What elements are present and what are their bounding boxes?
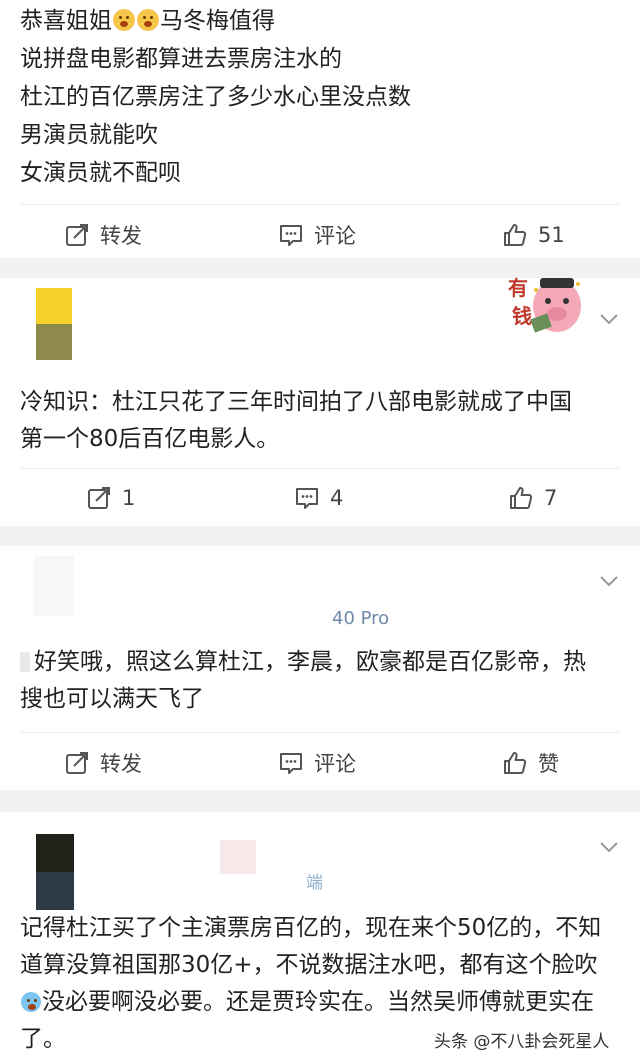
like-button[interactable]: 赞	[502, 743, 559, 783]
post-1-text: 恭喜姐姐 马冬梅值得 说拼盘电影都算进去票房注水的 杜江的百亿票房注了多少水心里没…	[20, 8, 411, 186]
comment-icon	[280, 753, 302, 774]
thumbs-up-icon	[504, 224, 527, 246]
comment-icon	[280, 225, 302, 246]
post-3-text: 好笑哦，照这么算杜江，李晨，欧豪都是百亿影帝，热 搜也可以满天飞了	[20, 649, 586, 712]
repost-icon	[66, 224, 88, 246]
avatar[interactable]	[36, 288, 72, 360]
post-3-action-bar: 转发 评论 赞	[0, 743, 640, 783]
like-button[interactable]: 51	[502, 215, 565, 255]
scream-emoji-icon	[113, 9, 135, 31]
section-separator	[0, 526, 640, 546]
comment-button[interactable]: 评论	[278, 215, 356, 255]
avatar[interactable]	[36, 834, 74, 910]
avatar[interactable]	[34, 556, 74, 616]
device-label: 端	[306, 873, 323, 893]
thumbs-up-icon	[510, 487, 533, 509]
comment-button[interactable]: 4	[294, 478, 343, 518]
emoji-icon	[20, 652, 30, 672]
comment-icon	[296, 488, 318, 509]
repost-icon	[66, 752, 88, 774]
repost-button[interactable]: 转发	[64, 215, 142, 255]
scream-emoji-icon	[137, 9, 159, 31]
like-button[interactable]: 7	[508, 478, 557, 518]
section-separator	[0, 790, 640, 812]
watermark: 头条 @不八卦会死星人	[430, 1026, 614, 1053]
repost-icon	[88, 487, 110, 509]
divider	[20, 732, 620, 733]
repost-button[interactable]: 1	[86, 478, 135, 518]
divider	[20, 204, 620, 205]
divider	[20, 468, 620, 469]
repost-button[interactable]: 转发	[64, 743, 142, 783]
chevron-down-icon[interactable]	[598, 836, 620, 858]
comment-button[interactable]: 评论	[278, 743, 356, 783]
money-sticker: 有 钱	[502, 268, 584, 340]
chevron-down-icon[interactable]	[598, 570, 620, 592]
post-1-action-bar: 转发 评论 51	[0, 215, 640, 255]
thumbs-up-icon	[504, 752, 527, 774]
crying-emoji-icon	[21, 992, 41, 1012]
post-2-text: 冷知识：杜江只花了三年时间拍了八部电影就成了中国 第一个80后百亿电影人。	[20, 389, 572, 452]
device-label: 40 Pro	[332, 608, 390, 629]
chevron-down-icon[interactable]	[598, 308, 620, 330]
post-2-action-bar: 1 4 7	[0, 478, 640, 518]
username-placeholder	[220, 840, 256, 874]
